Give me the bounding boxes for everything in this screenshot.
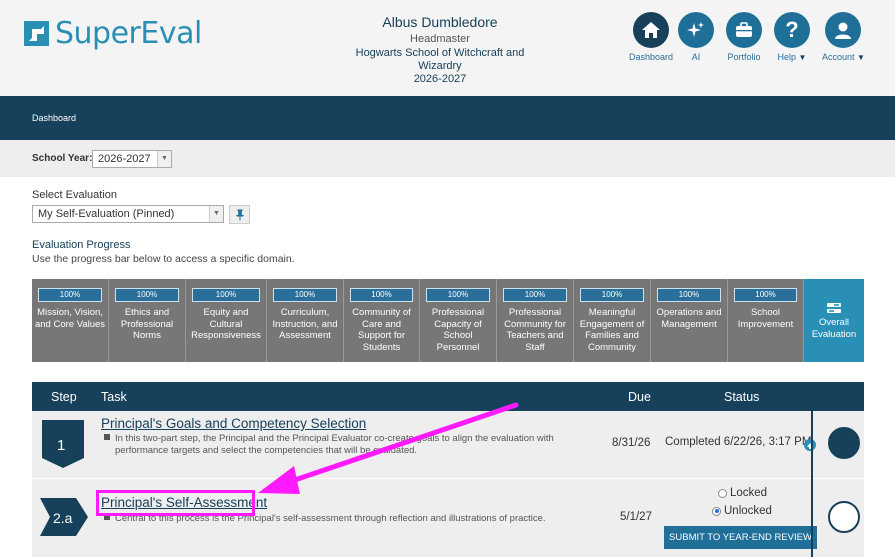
annotation-arrow-icon <box>258 402 519 494</box>
